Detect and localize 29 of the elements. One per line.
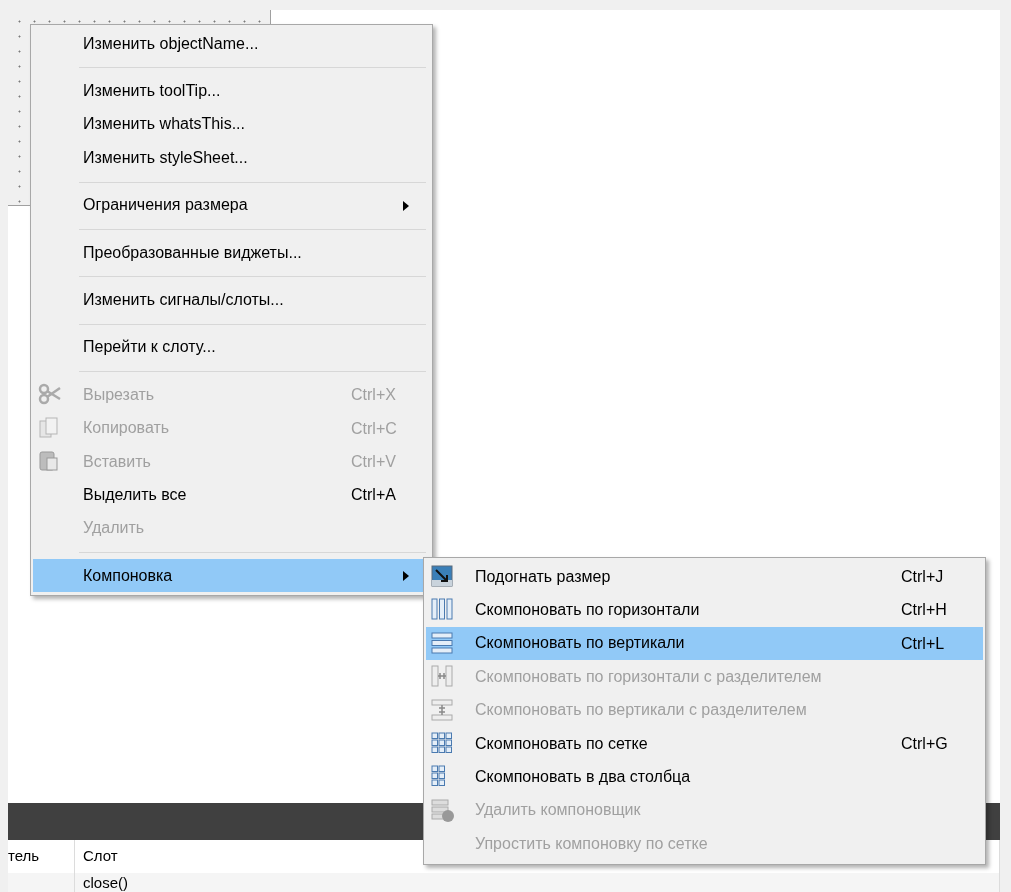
menu-item[interactable]: Изменить whatsThis...: [33, 107, 430, 142]
copy-icon: [38, 416, 60, 439]
menu-item[interactable]: Изменить objectName...: [33, 27, 430, 61]
menu-item[interactable]: Ограничения размера: [33, 188, 430, 222]
column-header[interactable]: тель: [8, 847, 40, 864]
scissors-icon: [38, 383, 62, 406]
adjust-size-icon: [431, 565, 453, 587]
menu-item[interactable]: Скомпоновать по горизонтали Ctrl+H: [426, 593, 983, 627]
submenu-arrow-icon: [403, 571, 409, 582]
menu-item[interactable]: Перейти к слоту...: [33, 330, 430, 365]
two-column-grid-icon: [431, 765, 447, 788]
menu-item[interactable]: Скомпоновать по вертикали Ctrl+L: [426, 626, 983, 661]
menu-item[interactable]: Скомпоновать в два столбца: [426, 760, 983, 794]
grid-icon: [431, 731, 453, 754]
menu-item[interactable]: Скомпоновать по сетке Ctrl+G: [426, 726, 983, 761]
horizontal-splitter-icon: [431, 665, 453, 688]
vertical-splitter-icon: [431, 698, 453, 721]
submenu-arrow-icon: [403, 200, 409, 211]
table-cell: close(): [83, 874, 128, 891]
columns-icon: [431, 598, 453, 621]
break-layout-icon: [431, 798, 455, 823]
menu-item[interactable]: Изменить toolTip...: [33, 74, 430, 108]
menu-item[interactable]: Преобразованные виджеты...: [33, 235, 430, 270]
rows-icon: [431, 631, 453, 654]
menu-item[interactable]: Изменить styleSheet...: [33, 141, 430, 175]
menu-item[interactable]: Выделить все Ctrl+A: [33, 478, 430, 512]
column-header[interactable]: Слот: [83, 847, 118, 864]
menu-item[interactable]: Изменить сигналы/слоты...: [33, 283, 430, 317]
paste-icon: [38, 449, 60, 472]
